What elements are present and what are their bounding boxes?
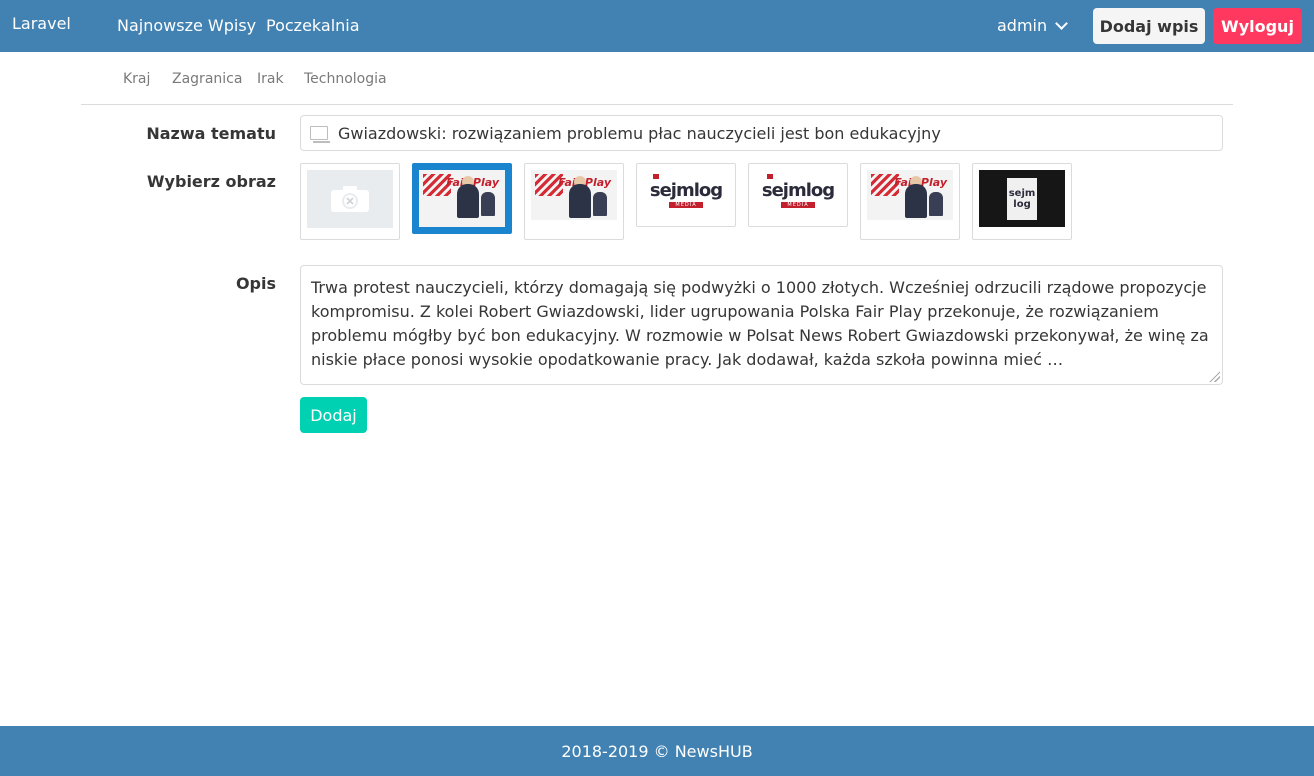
description-textarea[interactable]: Trwa protest nauczycieli, którzy domagaj… [300, 265, 1223, 385]
image-brand: sejmlog [761, 180, 835, 201]
camera-off-icon [331, 186, 369, 212]
image-brand: sejmlog [649, 180, 723, 201]
image-option-4[interactable]: sejmlog MEDIA [748, 163, 848, 227]
title-label: Nazwa tematu [146, 124, 276, 143]
nav-link-latest[interactable]: Najnowsze Wpisy [117, 16, 256, 35]
image-brand-line1: sejm [1008, 187, 1036, 199]
user-menu[interactable]: admin [997, 16, 1069, 35]
title-value: Gwiazdowski: rozwiązaniem problemu płac … [338, 123, 941, 143]
footer: 2018-2019 © NewsHUB [0, 726, 1314, 776]
image-sub: MEDIA [781, 202, 815, 208]
description-label: Opis [235, 274, 276, 293]
description-value: Trwa protest nauczycieli, którzy domagaj… [311, 278, 1209, 369]
chevron-down-icon [1055, 16, 1069, 30]
image-sejmlog: sejmlog MEDIA [643, 170, 729, 220]
image-fairplay: Fair Play [531, 170, 617, 220]
add-post-button[interactable]: Dodaj wpis [1093, 8, 1205, 44]
image-option-5[interactable]: Fair Play [860, 163, 960, 240]
image-sejmlog: sejmlog MEDIA [755, 170, 841, 220]
navbar: Laravel Najnowsze Wpisy Poczekalnia admi… [0, 0, 1314, 52]
laptop-icon [310, 126, 330, 143]
category-kraj[interactable]: Kraj [123, 71, 150, 87]
image-placeholder [307, 170, 393, 228]
user-name: admin [997, 16, 1048, 35]
resize-handle-icon[interactable] [1208, 370, 1220, 382]
image-option-none[interactable] [300, 163, 400, 240]
submit-button[interactable]: Dodaj [300, 397, 367, 433]
image-option-3[interactable]: sejmlog MEDIA [636, 163, 736, 227]
image-sub: MEDIA [669, 202, 703, 208]
title-input[interactable]: Gwiazdowski: rozwiązaniem problemu płac … [300, 115, 1223, 151]
logout-button[interactable]: Wyloguj [1213, 8, 1302, 44]
nav-link-waiting-room[interactable]: Poczekalnia [266, 16, 360, 35]
image-sejmlog-box: sejm log [979, 170, 1065, 227]
image-option-6[interactable]: sejm log [972, 163, 1072, 240]
image-fairplay: Fair Play [867, 170, 953, 220]
image-label: Wybierz obraz [146, 172, 276, 191]
image-option-2[interactable]: Fair Play [524, 163, 624, 240]
category-technologia[interactable]: Technologia [304, 71, 387, 87]
image-brand-line2: log [1013, 198, 1031, 210]
category-tabs: Kraj Zagranica Irak Technologia [81, 52, 1233, 105]
category-zagranica[interactable]: Zagranica [172, 71, 242, 87]
category-irak[interactable]: Irak [257, 71, 284, 87]
footer-text: 2018-2019 © NewsHUB [561, 741, 753, 761]
image-fairplay: Fair Play [419, 170, 505, 227]
brand-link[interactable]: Laravel [12, 14, 71, 33]
image-option-1[interactable]: Fair Play [412, 163, 512, 234]
